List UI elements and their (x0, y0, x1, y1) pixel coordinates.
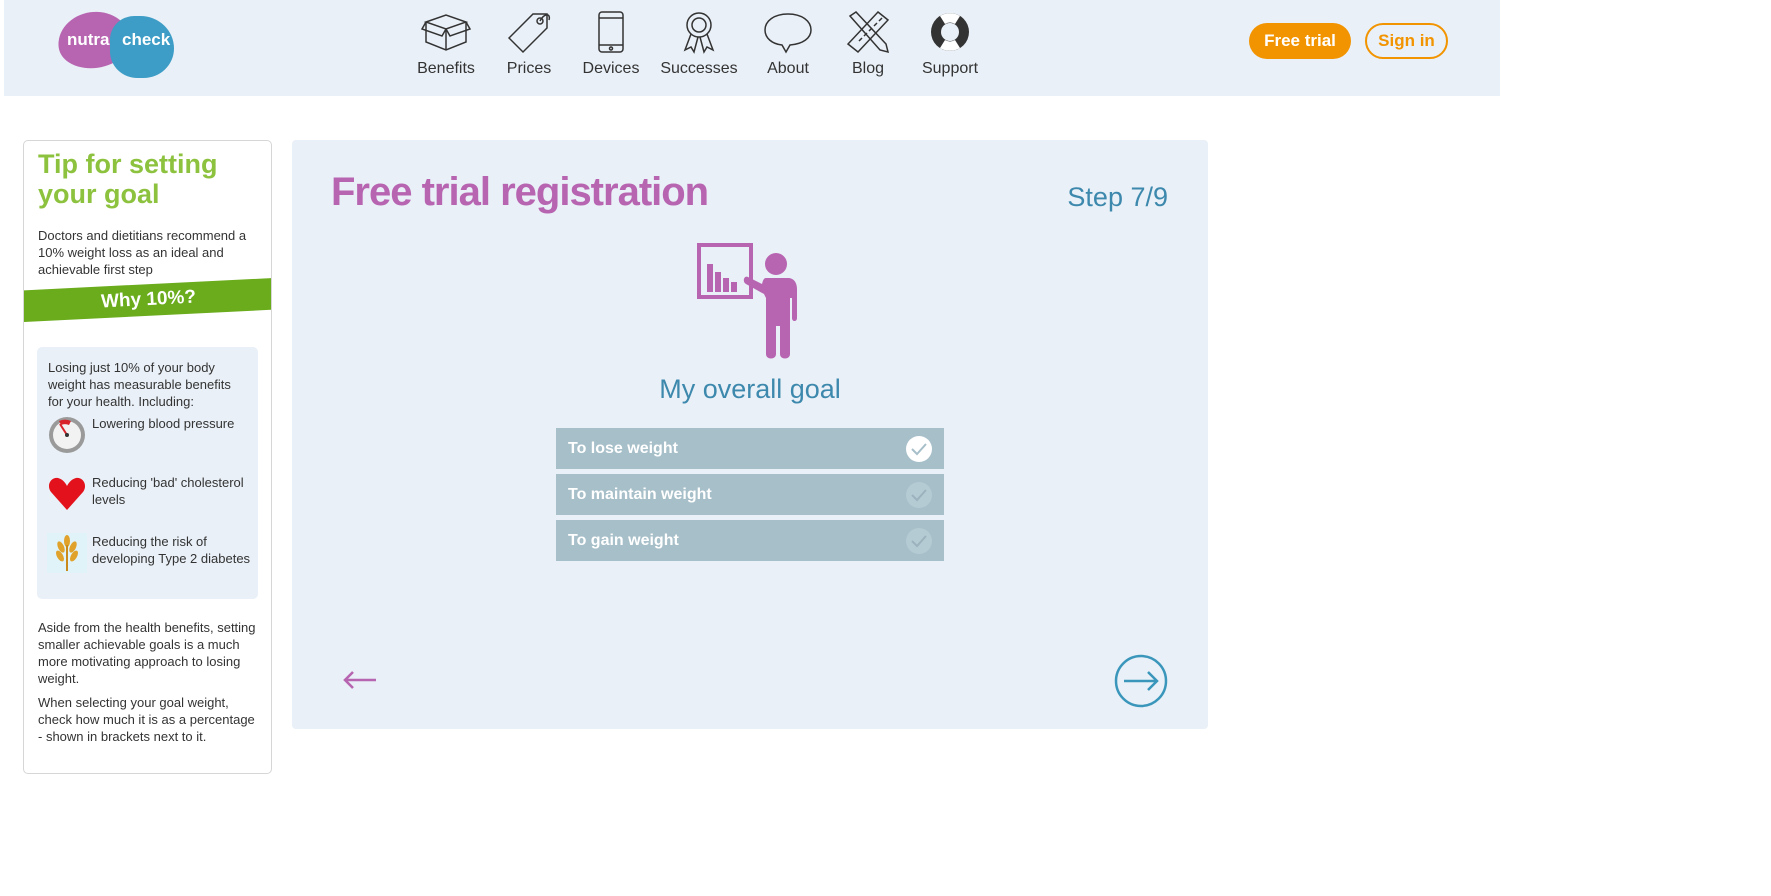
main-nav: Benefits Prices Devices Successes About … (408, 10, 990, 78)
why-10-banner: Why 10%? (24, 278, 271, 322)
lifebuoy-icon (931, 13, 969, 51)
price-tag-icon (507, 13, 551, 54)
nav-item-successes[interactable]: Successes (648, 10, 750, 78)
nav-label: Benefits (417, 60, 475, 77)
nav-item-benefits[interactable]: Benefits (408, 10, 484, 78)
benefit-item: Reducing 'bad' cholesterol levels (47, 474, 252, 514)
pencil-ruler-icon (846, 10, 890, 54)
goal-option-gain-weight[interactable]: To gain weight (556, 520, 944, 561)
nav-item-devices[interactable]: Devices (574, 10, 648, 78)
blood-pressure-gauge-icon (49, 417, 85, 453)
free-trial-button[interactable]: Free trial (1249, 23, 1351, 59)
nav-label: Prices (506, 60, 552, 77)
tip-outro-percentage: When selecting your goal weight, check h… (38, 695, 255, 744)
tip-intro: Doctors and dietitians recommend a 10% w… (38, 228, 247, 277)
goal-option-maintain-weight[interactable]: To maintain weight (556, 474, 944, 515)
benefit-text: Reducing 'bad' cholesterol levels (92, 475, 244, 507)
check-unselected-icon (906, 481, 932, 508)
heart-icon (48, 477, 86, 510)
arrow-right-circle-icon[interactable] (1114, 654, 1168, 708)
nutracheck-logo[interactable]: nutra check (54, 7, 178, 80)
goal-tip-panel: Tip for setting your goal Doctors and di… (23, 140, 272, 774)
page-title: Free trial registration (331, 170, 709, 214)
box-icon (420, 14, 472, 51)
goal-option-label: To gain weight (568, 531, 679, 549)
nav-label: About (767, 60, 809, 77)
goal-option-lose-weight[interactable]: To lose weight (556, 428, 944, 469)
award-ribbon-icon (683, 12, 715, 54)
tip-outro-motivation: Aside from the health benefits, setting … (38, 620, 256, 686)
benefit-item: Reducing the risk of developing Type 2 d… (47, 533, 252, 573)
nav-item-about[interactable]: About (750, 10, 826, 78)
nav-item-blog[interactable]: Blog (826, 10, 910, 78)
logo-text-nutra: nutra (67, 30, 110, 49)
speech-bubble-icon (764, 13, 812, 54)
nav-item-prices[interactable]: Prices (484, 10, 574, 78)
check-unselected-icon (906, 527, 932, 554)
sign-in-button[interactable]: Sign in (1365, 23, 1448, 59)
benefit-text: Reducing the risk of developing Type 2 d… (92, 534, 251, 566)
tip-title: Tip for setting your goal (38, 149, 218, 209)
logo-text-check: check (122, 30, 171, 49)
benefits-box: Losing just 10% of your body weight has … (37, 347, 258, 599)
check-selected-icon (906, 435, 932, 462)
benefits-intro: Losing just 10% of your body weight has … (48, 360, 231, 409)
registration-panel: Free trial registration Step 7/9 My over… (292, 140, 1208, 729)
step-indicator: Step 7/9 (1067, 182, 1168, 212)
nav-label: Support (921, 60, 979, 77)
site-header: nutra check Benefits Prices Devices Succ… (4, 0, 1500, 96)
goal-options: To lose weight To maintain weight To gai… (556, 428, 944, 566)
benefit-item: Lowering blood pressure (47, 415, 252, 455)
nav-label: Devices (582, 60, 640, 77)
nav-label: Blog (851, 60, 885, 77)
wheat-icon (47, 533, 87, 573)
goal-presenter-illustration (697, 243, 797, 359)
goal-question-title: My overall goal (659, 374, 841, 404)
phone-icon (598, 11, 624, 53)
arrow-left-icon[interactable] (342, 670, 378, 690)
benefit-text: Lowering blood pressure (92, 416, 235, 431)
nav-item-support[interactable]: Support (910, 10, 990, 78)
goal-option-label: To lose weight (568, 439, 678, 457)
why-10-label: Why 10%? (100, 286, 197, 313)
nav-label: Successes (660, 60, 738, 77)
goal-option-label: To maintain weight (568, 485, 712, 503)
